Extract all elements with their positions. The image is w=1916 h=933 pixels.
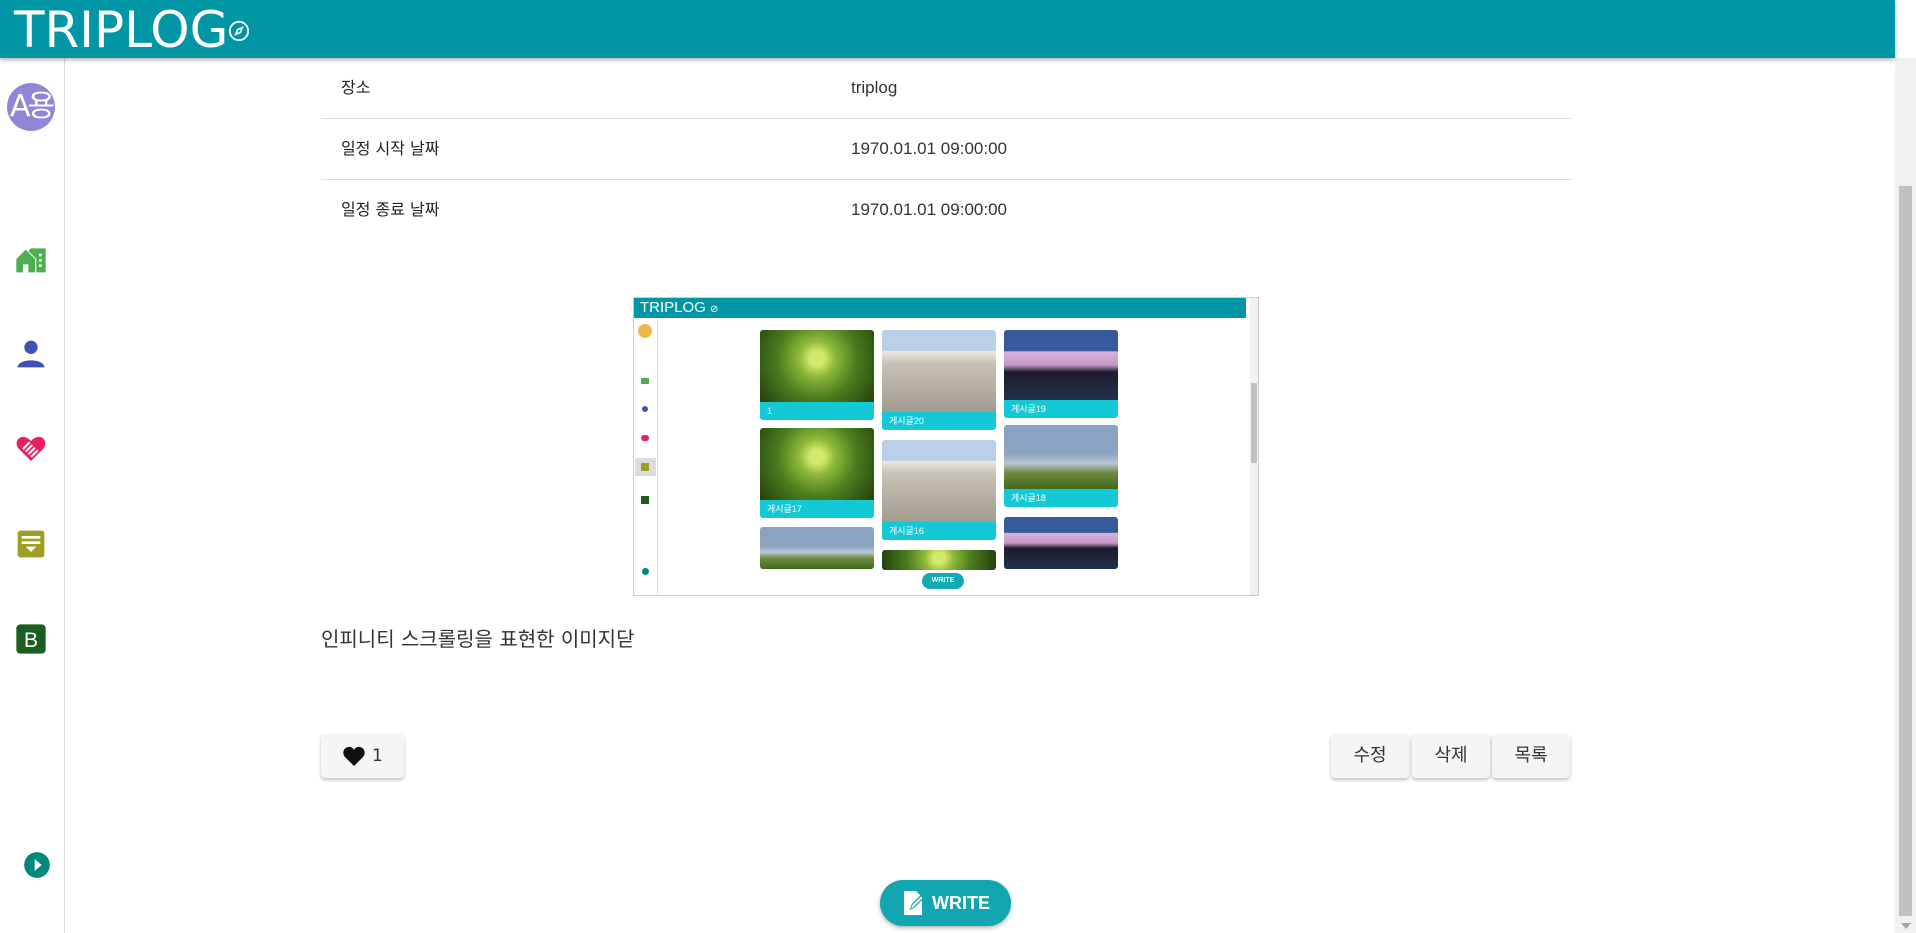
post-card: 게시글19	[1004, 330, 1118, 418]
heart-handshake-icon[interactable]	[15, 433, 47, 465]
write-button[interactable]: WRITE	[880, 880, 1011, 926]
post-description: 인피니티 스크롤링을 표현한 이미지닫	[321, 627, 635, 651]
post-card: 게시글17	[760, 428, 874, 518]
post-card: 게시글16	[882, 440, 996, 540]
app-logo[interactable]: TRIPLOG	[14, 0, 228, 59]
app-header: TRIPLOG	[0, 0, 1895, 59]
post-image: TRIPLOG ⊘ 1 게시글20 게시글19 게시글17 게시글16 게시글1…	[633, 297, 1259, 596]
note-icon[interactable]	[15, 528, 47, 560]
home-icon[interactable]	[15, 243, 47, 275]
post-image-header: TRIPLOG ⊘	[634, 298, 1246, 318]
scrollbar-thumb[interactable]	[1899, 186, 1912, 916]
like-button[interactable]: 1	[321, 734, 404, 778]
sidebar: A용 B	[0, 58, 65, 933]
detail-value: 1970.01.01 09:00:00	[851, 200, 1007, 219]
avatar[interactable]: A용	[7, 83, 55, 131]
play-circle-icon[interactable]	[23, 851, 51, 879]
detail-value: triplog	[851, 78, 898, 97]
page-scrollbar[interactable]	[1895, 58, 1916, 933]
detail-label: 장소	[341, 78, 371, 97]
person-icon[interactable]	[15, 338, 47, 370]
edit-button[interactable]: 수정	[1331, 734, 1409, 778]
post-image-scrollbar	[1250, 298, 1258, 595]
post-image-write-button: WRITE	[922, 573, 964, 589]
like-count: 1	[372, 746, 383, 766]
detail-value: 1970.01.01 09:00:00	[851, 139, 1007, 158]
list-button[interactable]: 목록	[1492, 734, 1570, 778]
post-card	[882, 550, 996, 570]
svg-text:B: B	[24, 628, 38, 652]
post-detail: 장소 triplog 일정 시작 날짜 1970.01.01 09:00:00 …	[321, 58, 1571, 240]
detail-row-place: 장소 triplog	[321, 58, 1571, 119]
detail-row-start-date: 일정 시작 날짜 1970.01.01 09:00:00	[321, 119, 1571, 180]
scroll-down-arrow[interactable]	[1901, 923, 1911, 929]
post-card	[760, 527, 874, 569]
post-card: 게시글20	[882, 330, 996, 430]
post-image-logo: TRIPLOG	[640, 299, 706, 316]
write-doc-icon	[904, 891, 925, 915]
post-card: 게시글18	[1004, 425, 1118, 507]
detail-label: 일정 시작 날짜	[341, 139, 440, 158]
post-card: 1	[760, 330, 874, 420]
post-image-sidebar	[634, 318, 658, 595]
delete-button[interactable]: 삭제	[1412, 734, 1490, 778]
post-card	[1004, 517, 1118, 569]
write-label: WRITE	[932, 893, 990, 913]
b-icon[interactable]: B	[15, 623, 47, 655]
compass-icon	[228, 20, 250, 42]
detail-label: 일정 종료 날짜	[341, 200, 440, 219]
heart-icon	[343, 746, 365, 766]
detail-row-end-date: 일정 종료 날짜 1970.01.01 09:00:00	[321, 180, 1571, 240]
